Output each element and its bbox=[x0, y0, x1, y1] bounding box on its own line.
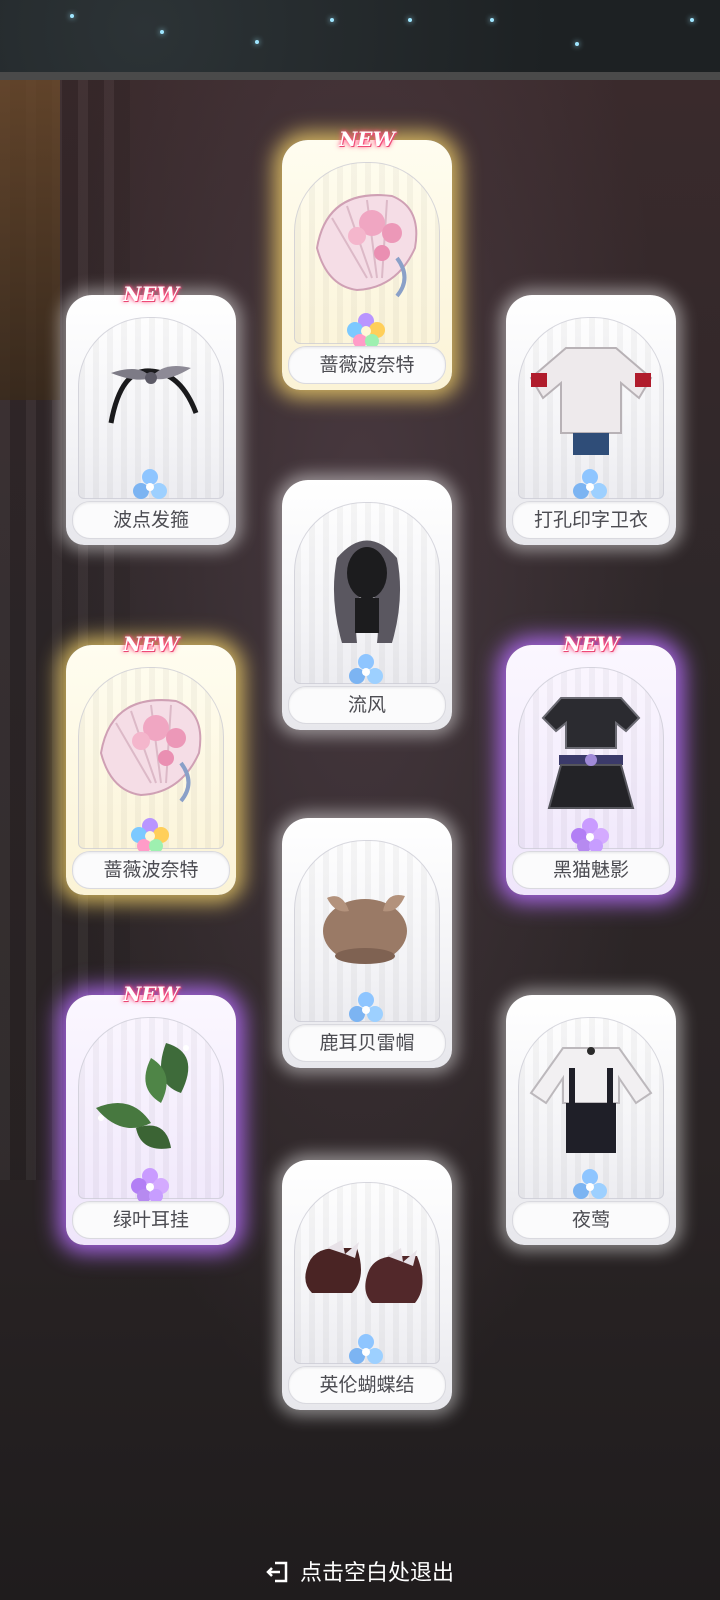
hair-icon bbox=[333, 540, 401, 643]
blue-flower-icon bbox=[349, 654, 383, 684]
reward-card[interactable]: NEW 蔷薇波奈特 bbox=[282, 127, 452, 390]
reward-card[interactable]: NEW 黑猫魅影 bbox=[506, 632, 676, 895]
overall-dress-icon bbox=[529, 1047, 653, 1153]
exit-hint-text: 点击空白处退出 bbox=[299, 1561, 454, 1586]
beret-icon bbox=[323, 895, 407, 964]
blue-flower-icon bbox=[573, 469, 607, 499]
blue-flower-icon bbox=[133, 469, 167, 499]
headband-icon bbox=[108, 365, 199, 424]
sparkle-icon bbox=[408, 18, 412, 22]
exit-icon bbox=[266, 1561, 288, 1583]
rainbow-flower-icon bbox=[131, 818, 169, 853]
black-outfit-icon bbox=[541, 697, 641, 809]
item-name: 鹿耳贝雷帽 bbox=[288, 1024, 446, 1062]
top-band bbox=[0, 0, 720, 80]
sparkle-icon bbox=[490, 18, 494, 22]
new-badge: NEW bbox=[123, 282, 179, 306]
reward-card[interactable]: 英伦蝴蝶结 bbox=[282, 1160, 452, 1410]
reward-card[interactable]: 夜莺 bbox=[506, 995, 676, 1245]
item-name: 黑猫魅影 bbox=[512, 851, 670, 889]
new-badge bbox=[548, 981, 634, 1007]
blue-flower-icon bbox=[349, 1334, 383, 1364]
rose-fan-headpiece-icon bbox=[315, 194, 418, 298]
purple-flower-icon bbox=[131, 1168, 169, 1203]
item-name: 绿叶耳挂 bbox=[72, 1201, 230, 1239]
new-badge: NEW bbox=[339, 127, 395, 151]
item-name: 波点发箍 bbox=[72, 501, 230, 539]
new-badge bbox=[548, 281, 634, 307]
new-badge bbox=[324, 1146, 410, 1172]
reward-card[interactable]: NEW 蔷薇波奈特 bbox=[66, 632, 236, 895]
blue-flower-icon bbox=[349, 992, 383, 1022]
sparkle-icon bbox=[575, 42, 579, 46]
new-badge: NEW bbox=[123, 632, 179, 656]
reward-card[interactable]: 流风 bbox=[282, 480, 452, 730]
rainbow-flower-icon bbox=[347, 313, 385, 348]
reward-card[interactable]: NEW 波点发箍 bbox=[66, 282, 236, 545]
new-badge: NEW bbox=[563, 632, 619, 656]
bow-shoes-icon bbox=[305, 1240, 423, 1303]
sweatshirt-icon bbox=[529, 347, 653, 455]
purple-flower-icon bbox=[571, 818, 609, 853]
lamp-decoration bbox=[0, 80, 60, 400]
item-name: 夜莺 bbox=[512, 1201, 670, 1239]
item-name: 蔷薇波奈特 bbox=[288, 346, 446, 384]
new-badge bbox=[324, 804, 410, 830]
sparkle-icon bbox=[690, 18, 694, 22]
new-badge bbox=[324, 466, 410, 492]
leaf-earring-icon bbox=[96, 1043, 189, 1149]
sparkle-icon bbox=[330, 18, 334, 22]
item-name: 打孔印字卫衣 bbox=[512, 501, 670, 539]
blue-flower-icon bbox=[573, 1169, 607, 1199]
item-name: 英伦蝴蝶结 bbox=[288, 1366, 446, 1404]
exit-hint[interactable]: 点击空白处退出 bbox=[0, 1555, 720, 1587]
reward-card[interactable]: NEW 绿叶耳挂 bbox=[66, 982, 236, 1245]
reward-card[interactable]: 打孔印字卫衣 bbox=[506, 295, 676, 545]
sparkle-icon bbox=[70, 14, 74, 18]
sparkle-icon bbox=[255, 40, 259, 44]
sparkle-icon bbox=[160, 30, 164, 34]
item-name: 蔷薇波奈特 bbox=[72, 851, 230, 889]
new-badge: NEW bbox=[123, 982, 179, 1006]
reward-card[interactable]: 鹿耳贝雷帽 bbox=[282, 818, 452, 1068]
item-name: 流风 bbox=[288, 686, 446, 724]
rose-fan-headpiece-icon bbox=[99, 699, 202, 803]
